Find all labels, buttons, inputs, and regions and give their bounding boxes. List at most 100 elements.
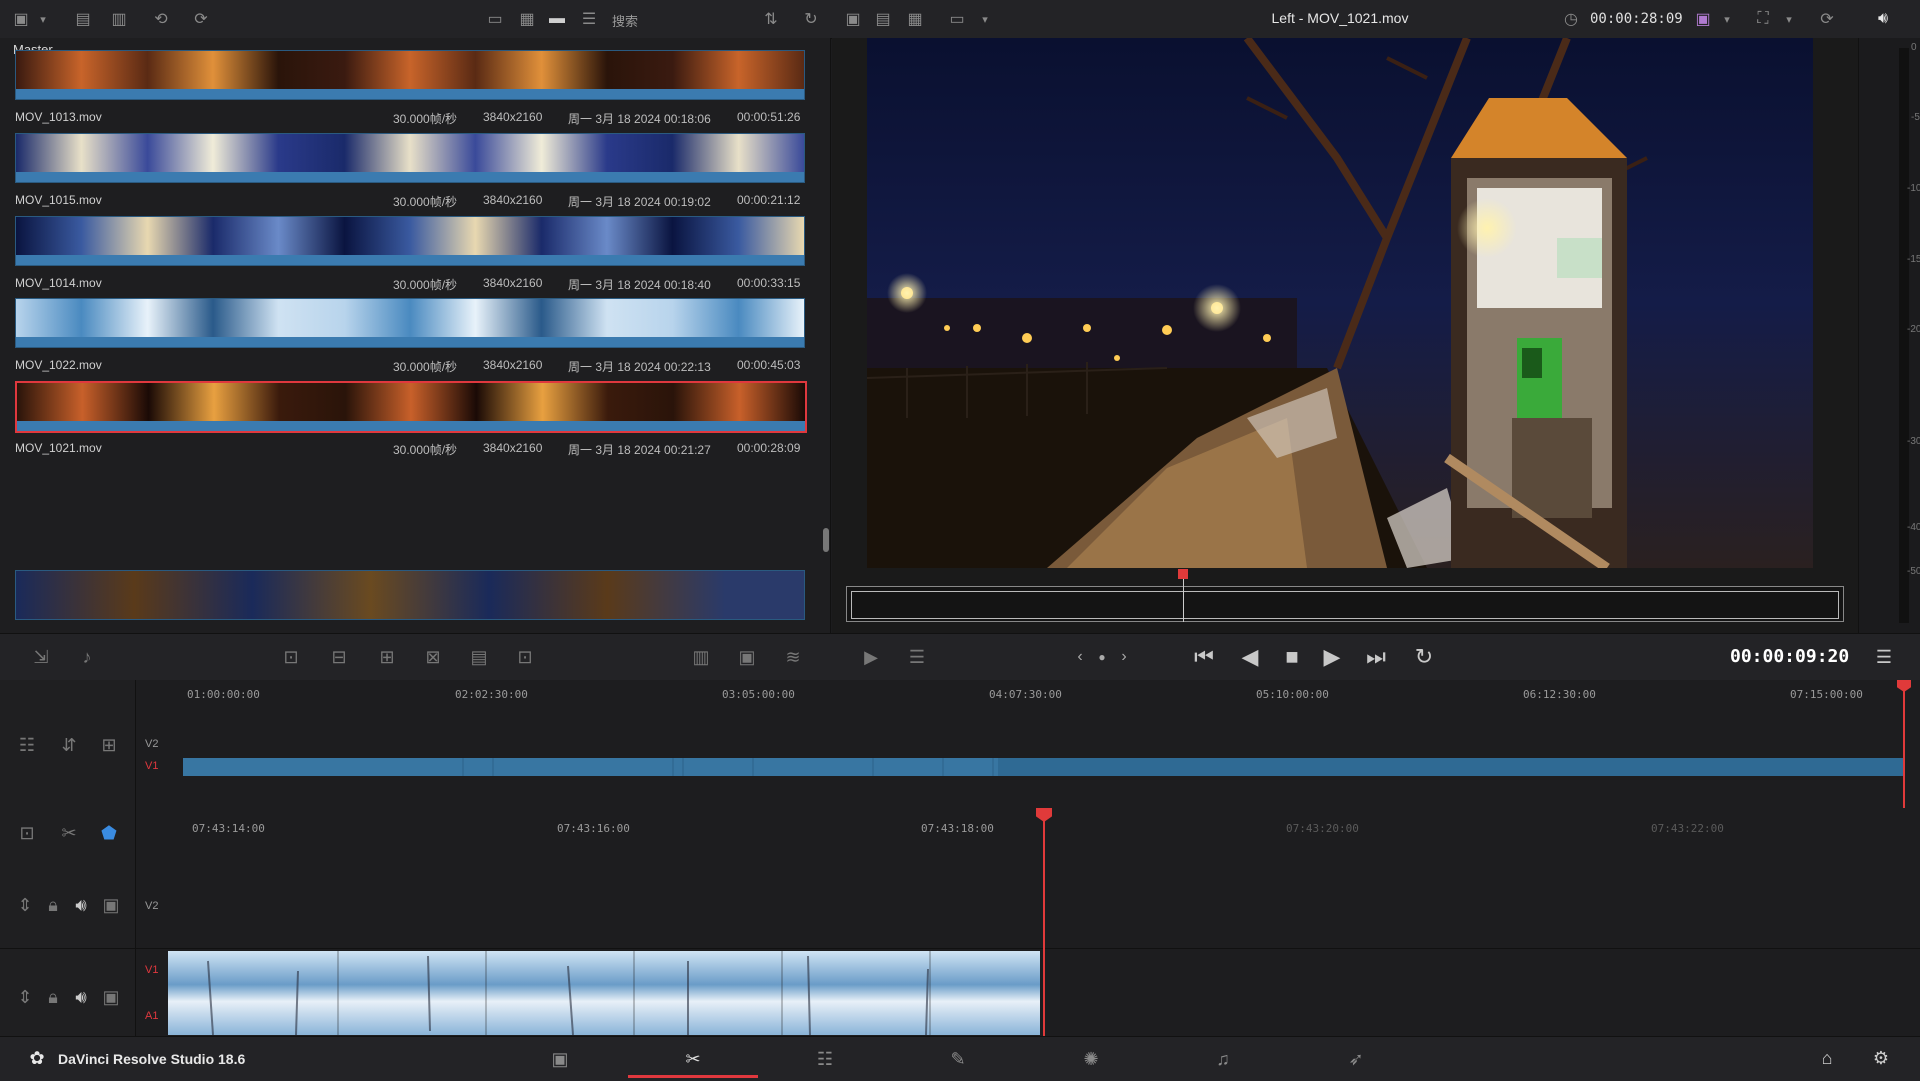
clip-thumbnail-strip[interactable] xyxy=(15,50,805,100)
chevron-down-icon[interactable]: ▾ xyxy=(1778,8,1800,30)
play-icon[interactable]: ▶ xyxy=(1316,642,1348,672)
go-to-start-icon[interactable]: ⏮ xyxy=(1188,642,1220,672)
zoom-icon[interactable]: ▭ xyxy=(946,8,968,30)
track-enable-icon[interactable]: ▣ xyxy=(98,892,124,918)
track-height-icon[interactable]: ⇵ xyxy=(56,732,82,758)
clip-resolution: 3840x2160 xyxy=(483,276,543,290)
edit-page-icon[interactable]: ☷ xyxy=(760,1043,890,1075)
loop-icon[interactable]: ↻ xyxy=(1408,642,1440,672)
source-timecode[interactable]: 00:00:28:09 xyxy=(1590,11,1683,27)
lower-playhead-handle[interactable] xyxy=(1036,808,1052,822)
clip-thumbnail-strip[interactable] xyxy=(15,298,805,348)
record-timecode[interactable]: 00:00:09:20 xyxy=(1730,646,1849,667)
chevron-down-icon[interactable]: ▾ xyxy=(974,8,996,30)
overwrite-icon[interactable]: ⊟ xyxy=(326,644,352,670)
ruler-timecode: 07:43:16:00 xyxy=(557,822,630,835)
clip-name: MOV_1014.mov xyxy=(15,276,102,290)
clip-fps: 30.000帧/秒 xyxy=(393,112,458,126)
cut-page-icon[interactable]: ✂ xyxy=(628,1043,758,1078)
clip-duration: 00:00:33:15 xyxy=(737,276,801,290)
unlink-icon[interactable]: ⟳ xyxy=(190,8,212,30)
lower-playhead[interactable] xyxy=(1043,808,1045,1036)
media-page-icon[interactable]: ▣ xyxy=(495,1043,625,1075)
place-on-top-icon[interactable]: ▤ xyxy=(466,644,492,670)
grid-icon[interactable]: ▦ xyxy=(904,8,926,30)
upper-v1-clip[interactable] xyxy=(183,758,1903,776)
track-settings-icon[interactable]: ⇲ xyxy=(28,644,54,670)
search-input[interactable]: 搜索 xyxy=(612,11,638,30)
insert-icon[interactable]: ⊡ xyxy=(278,644,304,670)
chevron-down-icon[interactable]: ▾ xyxy=(1716,8,1738,30)
clip-thumbnail-strip[interactable] xyxy=(15,381,807,433)
panel-toggle-icon[interactable]: ▣ xyxy=(10,8,32,30)
clip-thumbnail-strip[interactable] xyxy=(15,133,805,183)
lock-icon[interactable]: 🔒︎ xyxy=(40,984,66,1010)
razor-icon[interactable]: ✂ xyxy=(56,820,82,846)
next-edit-icon[interactable]: › xyxy=(1108,642,1140,672)
track-expand-icon[interactable]: ⇕ xyxy=(12,892,38,918)
page-navigation-bar: ✿ DaVinci Resolve Studio 18.6 ▣ ✂ ☷ ✎ ✺ … xyxy=(0,1036,1920,1081)
clip-thumbnail-strip[interactable] xyxy=(15,216,805,266)
list-view-icon[interactable]: ☰ xyxy=(578,8,600,30)
speaker-icon[interactable]: 🔊︎ xyxy=(68,984,94,1010)
clip-thumbnail-strip[interactable] xyxy=(15,570,805,620)
link-icon[interactable]: ⟲ xyxy=(150,8,172,30)
viewer-scrubber[interactable] xyxy=(846,586,1844,622)
upper-playhead[interactable] xyxy=(1903,680,1905,808)
viewer-mode-icon[interactable]: ▣ xyxy=(842,8,864,30)
mixer-icon[interactable]: ☰ xyxy=(904,644,930,670)
speaker-icon[interactable]: 🔊︎ xyxy=(68,892,94,918)
flag-icon[interactable]: ⬟ xyxy=(96,820,122,846)
track-options-icon[interactable]: ☷ xyxy=(14,732,40,758)
split-clip-icon[interactable]: ▥ xyxy=(688,644,714,670)
sort-icon[interactable]: ⇅ xyxy=(760,8,782,30)
smart-bin-icon[interactable]: ▥ xyxy=(108,8,130,30)
lower-v1-clip[interactable] xyxy=(168,951,1040,1035)
track-zoom-icon[interactable]: ⊞ xyxy=(96,732,122,758)
play-mode-icon[interactable]: ▶ xyxy=(858,644,884,670)
waveform-icon[interactable]: ≋ xyxy=(780,644,806,670)
track-expand-icon[interactable]: ⇕ xyxy=(12,984,38,1010)
track-enable-icon[interactable]: ▣ xyxy=(98,984,124,1010)
lock-icon[interactable]: 🔒︎ xyxy=(40,892,66,918)
refresh-icon[interactable]: ↻ xyxy=(800,8,822,30)
track-label: V1 xyxy=(145,964,159,976)
color-page-icon[interactable]: ✺ xyxy=(1026,1043,1156,1075)
viewer-playhead-handle[interactable] xyxy=(1178,569,1188,579)
settings-icon[interactable]: ⚙ xyxy=(1868,1045,1894,1071)
layout-icon[interactable]: ▤ xyxy=(872,8,894,30)
home-icon[interactable]: ⌂ xyxy=(1814,1045,1840,1071)
scrubber-track[interactable] xyxy=(851,591,1839,619)
thumbnail-view-icon[interactable]: ▦ xyxy=(516,8,538,30)
fairlight-page-icon[interactable]: ♫ xyxy=(1158,1043,1288,1075)
fit-to-fill-icon[interactable]: ⊠ xyxy=(420,644,446,670)
go-to-end-icon[interactable]: ⏭ xyxy=(1360,642,1392,672)
overlay-icon[interactable]: ▣ xyxy=(734,644,760,670)
reverse-play-icon[interactable]: ◀ xyxy=(1234,642,1266,672)
audio-track-icon[interactable]: ♪ xyxy=(74,644,100,670)
clip-duration: 00:00:51:26 xyxy=(737,110,801,124)
safe-area-icon[interactable]: ⛶ xyxy=(1752,8,1774,30)
fusion-page-icon[interactable]: ✎ xyxy=(893,1043,1023,1075)
meter-scale-label: -40 xyxy=(1907,522,1920,533)
clip-view-icon[interactable]: ⊡ xyxy=(14,820,40,846)
upper-playhead-handle[interactable] xyxy=(1897,680,1911,692)
viewer-playhead[interactable] xyxy=(1183,572,1184,622)
clip-fps: 30.000帧/秒 xyxy=(393,278,458,292)
new-bin-icon[interactable]: ▤ xyxy=(72,8,94,30)
ruler-timecode: 01:00:00:00 xyxy=(187,688,260,701)
strip-view-icon[interactable]: ▬ xyxy=(546,8,568,30)
sync-icon[interactable]: ⟳ xyxy=(1816,8,1838,30)
stop-icon[interactable]: ■ xyxy=(1276,642,1308,672)
deliver-page-icon[interactable]: ➶ xyxy=(1291,1043,1421,1075)
append-icon[interactable]: ⊡ xyxy=(512,644,538,670)
scrollbar[interactable] xyxy=(823,528,829,552)
options-menu-icon[interactable]: ☰ xyxy=(1868,642,1900,672)
metadata-view-icon[interactable]: ▭ xyxy=(484,8,506,30)
replace-icon[interactable]: ⊞ xyxy=(374,644,400,670)
clip-fps: 30.000帧/秒 xyxy=(393,360,458,374)
chevron-down-icon[interactable]: ▾ xyxy=(32,8,54,30)
speaker-icon[interactable]: 🔊︎ xyxy=(1872,8,1894,30)
color-space-icon[interactable]: ▣ xyxy=(1692,8,1714,30)
top-toolbar: ▣ ▾ ▤ ▥ ⟲ ⟳ ▭ ▦ ▬ ☰ 搜索 ⇅ ↻ ▣ ▤ ▦ ▭ ▾ Lef… xyxy=(0,0,1920,39)
